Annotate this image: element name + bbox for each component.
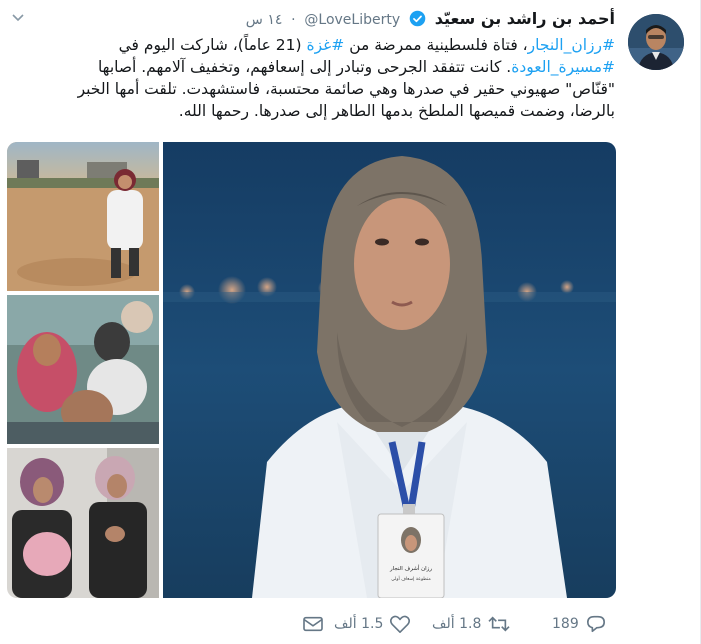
tweet-line-4: بالرضا، وضمت قميصها الملطخ بدمها الطاهر … — [178, 102, 615, 120]
chevron-down-icon[interactable] — [12, 13, 24, 23]
reply-action[interactable]: 189 — [552, 612, 607, 636]
tweet-line-3: "قنّاص" صهيوني حقير في صدرها وهي صائمة م… — [77, 80, 615, 98]
user-avatar-icon — [628, 14, 684, 70]
retweet-action[interactable]: 1.8 ألف — [432, 612, 511, 636]
heart-icon[interactable] — [389, 614, 411, 634]
hashtag-link[interactable]: #رزان_النجار — [528, 36, 615, 54]
badge-subtitle: متطوعة إسعاف أولي — [391, 575, 431, 582]
tweet-card[interactable]: أحمد بن راشد بن سعيّد @LoveLiberty · ١٤ … — [0, 0, 701, 644]
tweet-timestamp[interactable]: ١٤ س — [246, 12, 283, 28]
like-count: 1.5 ألف — [334, 616, 384, 632]
retweet-icon[interactable] — [487, 614, 511, 634]
tweet-text-segment: (21 عاماً)، شاركت اليوم في — [118, 36, 307, 54]
author-display-name[interactable]: أحمد بن راشد بن سعيّد — [435, 9, 615, 28]
media-photo-crowd[interactable] — [7, 295, 159, 444]
media-grid: رزان أشرف النجار متطوعة إسعاف أولي — [7, 142, 616, 598]
tweet-text-segment: ، فتاة فلسطينية ممرضة من — [344, 36, 528, 54]
envelope-icon[interactable] — [302, 615, 324, 633]
media-grid-canvas: رزان أشرف النجار متطوعة إسعاف أولي — [7, 142, 616, 598]
like-action[interactable]: 1.5 ألف — [334, 612, 411, 636]
verified-badge-icon — [409, 10, 426, 27]
author-handle[interactable]: @LoveLiberty — [304, 12, 400, 28]
separator-dot: · — [291, 12, 296, 28]
tweet-line-2: #مسيرة_العودة. كانت تتفقد الجرحى وتبادر … — [75, 56, 615, 78]
message-action[interactable] — [302, 612, 324, 636]
media-photo-field[interactable] — [7, 142, 159, 291]
tweet-text-segment: . كانت تتفقد الجرحى وتبادر إلى إسعافهم، … — [97, 58, 512, 76]
media-photo-portrait[interactable]: رزان أشرف النجار متطوعة إسعاف أولي — [163, 142, 616, 598]
badge-name: رزان أشرف النجار — [389, 564, 432, 572]
tweet-line-1: #رزان_النجار، فتاة فلسطينية ممرضة من #غز… — [75, 34, 615, 56]
tweet-text: #رزان_النجار، فتاة فلسطينية ممرضة من #غز… — [75, 34, 615, 122]
reply-count: 189 — [552, 616, 579, 632]
tweet-header: أحمد بن راشد بن سعيّد @LoveLiberty · ١٤ … — [246, 9, 615, 30]
avatar[interactable] — [628, 14, 684, 70]
hashtag-link[interactable]: #مسيرة_العودة — [511, 58, 615, 76]
hashtag-link[interactable]: #غزة — [307, 36, 345, 54]
retweet-count: 1.8 ألف — [432, 616, 482, 632]
media-photo-mother[interactable] — [7, 448, 159, 598]
reply-icon[interactable] — [585, 614, 607, 634]
